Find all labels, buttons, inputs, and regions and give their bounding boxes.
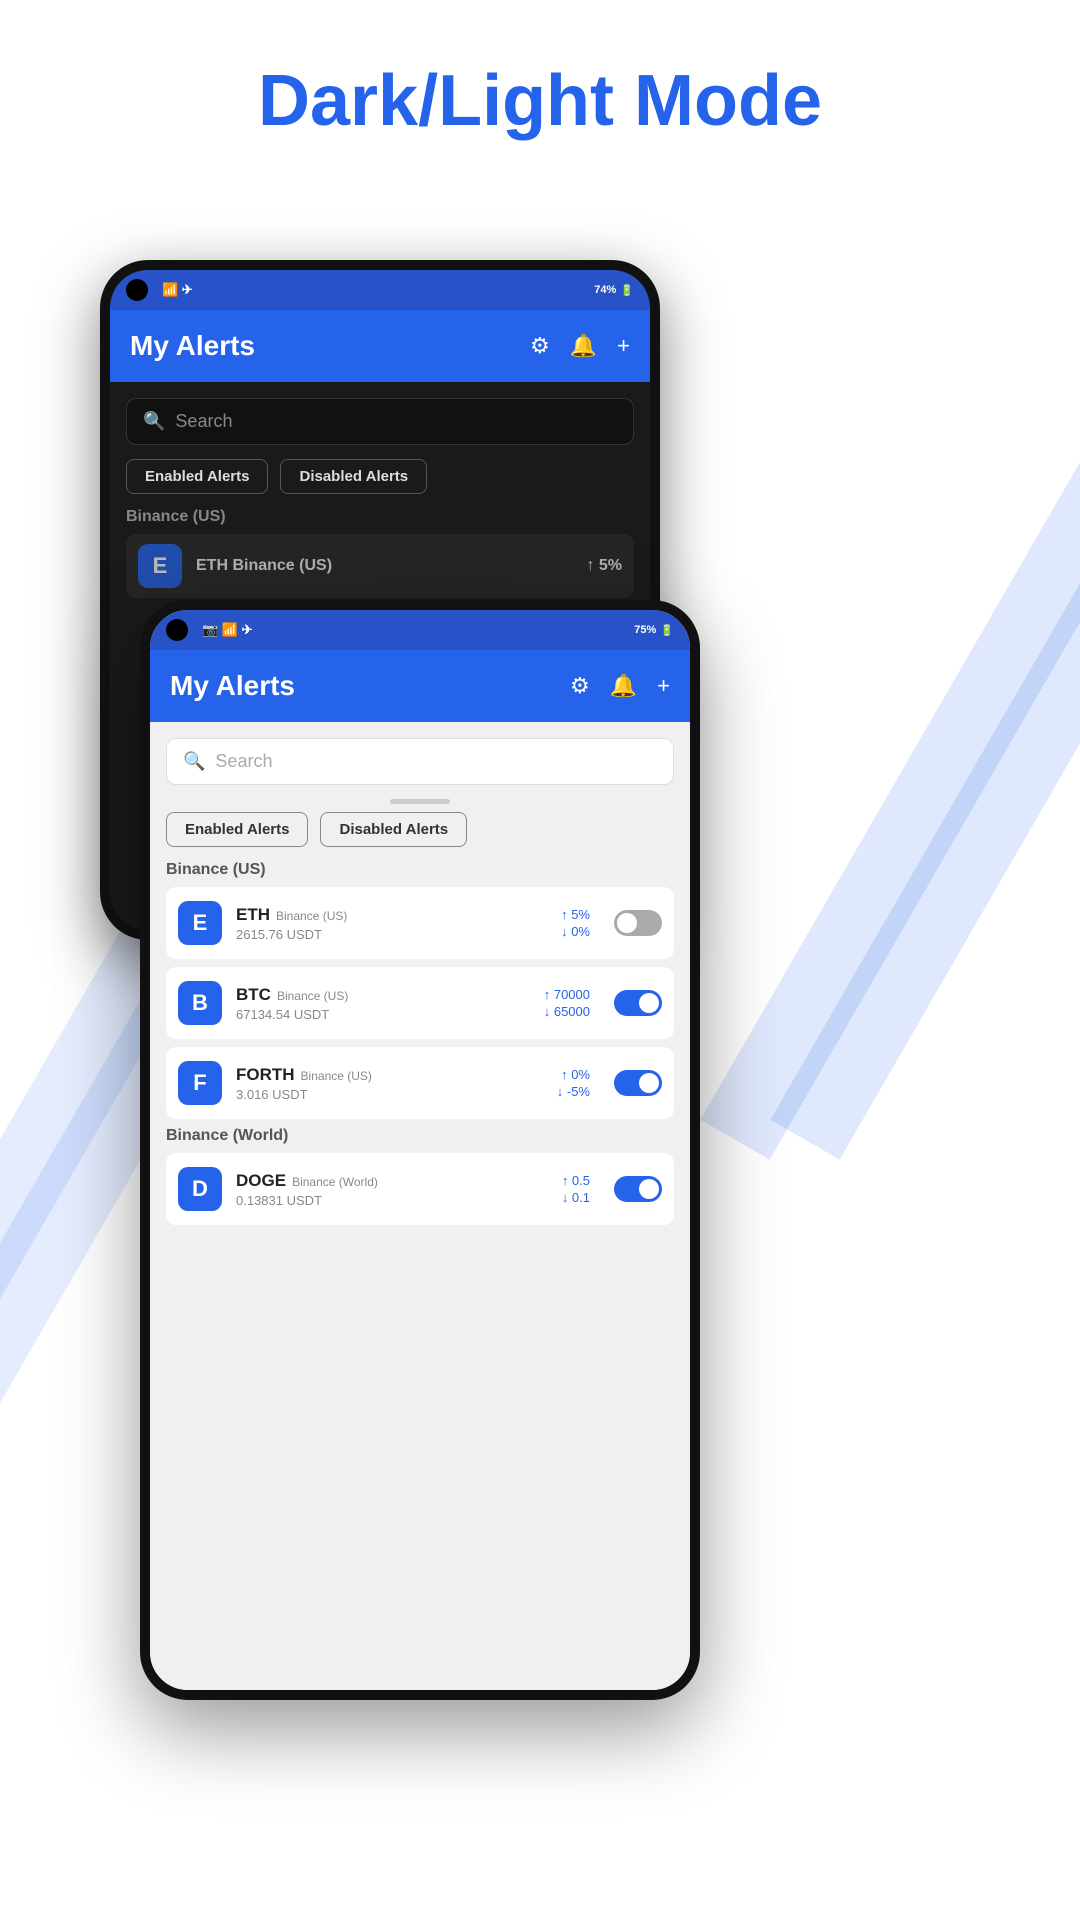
light-disabled-alerts-btn[interactable]: Disabled Alerts bbox=[320, 812, 467, 847]
light-forth-toggle-knob bbox=[639, 1073, 659, 1093]
battery-icon-dark: 🔋 bbox=[620, 284, 634, 297]
light-btc-item: B BTC Binance (US) 67134.54 USDT ↑ 70000… bbox=[166, 967, 674, 1039]
light-header-icons: ⚙ 🔔 + bbox=[570, 673, 670, 699]
page-title: Dark/Light Mode bbox=[0, 0, 1080, 182]
status-left-light: 📷 📶 ✈ bbox=[166, 619, 253, 641]
camera-hole-dark bbox=[126, 279, 148, 301]
light-eth-item: E ETH Binance (US) 2615.76 USDT ↑ 5% ↓ 0… bbox=[166, 887, 674, 959]
light-btc-toggle[interactable] bbox=[614, 990, 662, 1016]
scroll-indicator bbox=[390, 799, 450, 804]
camera-hole-light bbox=[166, 619, 188, 641]
light-search-icon: 🔍 bbox=[183, 751, 205, 772]
dark-eth-value: ↑ 5% bbox=[586, 557, 622, 575]
dark-status-bar: 📶 ✈ 74% 🔋 bbox=[110, 270, 650, 310]
light-eth-toggle-knob bbox=[617, 913, 637, 933]
light-btc-up: ↑ 70000 bbox=[544, 987, 590, 1002]
light-enabled-alerts-btn[interactable]: Enabled Alerts bbox=[166, 812, 308, 847]
light-btc-exchange: Binance (US) bbox=[277, 989, 348, 1003]
light-doge-values: ↑ 0.5 ↓ 0.1 bbox=[562, 1173, 590, 1205]
light-eth-name-row: ETH Binance (US) bbox=[236, 905, 547, 925]
light-btc-values: ↑ 70000 ↓ 65000 bbox=[544, 987, 590, 1019]
light-btc-down: ↓ 65000 bbox=[544, 1004, 590, 1019]
light-doge-price: 0.13831 USDT bbox=[236, 1193, 548, 1208]
light-forth-exchange: Binance (US) bbox=[301, 1069, 372, 1083]
light-doge-item: D DOGE Binance (World) 0.13831 USDT ↑ 0.… bbox=[166, 1153, 674, 1225]
light-eth-coin-icon: E bbox=[178, 901, 222, 945]
light-doge-name: DOGE bbox=[236, 1171, 286, 1191]
light-btc-coin-icon: B bbox=[178, 981, 222, 1025]
battery-dark: 74% bbox=[594, 284, 616, 296]
light-eth-name: ETH bbox=[236, 905, 270, 925]
light-forth-info: FORTH Binance (US) 3.016 USDT bbox=[236, 1065, 543, 1102]
light-eth-price: 2615.76 USDT bbox=[236, 927, 547, 942]
light-doge-toggle-knob bbox=[639, 1179, 659, 1199]
status-icons-right-dark: 74% 🔋 bbox=[594, 284, 634, 297]
battery-light: 75% bbox=[634, 624, 656, 636]
light-bell-icon[interactable]: 🔔 bbox=[610, 673, 637, 699]
light-forth-item: F FORTH Binance (US) 3.016 USDT ↑ 0% ↓ -… bbox=[166, 1047, 674, 1119]
status-icons-light: 📷 📶 ✈ bbox=[202, 622, 253, 638]
status-left-dark: 📶 ✈ bbox=[126, 279, 193, 301]
status-icons-right-light: 75% 🔋 bbox=[634, 624, 674, 637]
light-doge-toggle[interactable] bbox=[614, 1176, 662, 1202]
light-search-box[interactable]: 🔍 Search bbox=[166, 738, 674, 785]
dark-content: 🔍 Search Enabled Alerts Disabled Alerts … bbox=[110, 382, 650, 614]
dark-bell-icon[interactable]: 🔔 bbox=[570, 333, 597, 359]
dark-enabled-alerts-btn[interactable]: Enabled Alerts bbox=[126, 459, 268, 494]
light-doge-exchange: Binance (World) bbox=[292, 1175, 378, 1189]
dark-filter-buttons: Enabled Alerts Disabled Alerts bbox=[126, 459, 634, 494]
battery-icon-light: 🔋 bbox=[660, 624, 674, 637]
dark-partial-item: E ETH Binance (US) ↑ 5% bbox=[126, 534, 634, 598]
light-btc-price: 67134.54 USDT bbox=[236, 1007, 530, 1022]
dark-header-title: My Alerts bbox=[130, 330, 255, 362]
light-filter-buttons: Enabled Alerts Disabled Alerts bbox=[166, 812, 674, 847]
light-btc-name-row: BTC Binance (US) bbox=[236, 985, 530, 1005]
light-status-bar: 📷 📶 ✈ 75% 🔋 bbox=[150, 610, 690, 650]
light-eth-down: ↓ 0% bbox=[561, 924, 590, 939]
light-forth-name: FORTH bbox=[236, 1065, 295, 1085]
light-content: 🔍 Search Enabled Alerts Disabled Alerts … bbox=[150, 722, 690, 1690]
light-forth-values: ↑ 0% ↓ -5% bbox=[557, 1067, 590, 1099]
light-btc-toggle-knob bbox=[639, 993, 659, 1013]
light-eth-values: ↑ 5% ↓ 0% bbox=[561, 907, 590, 939]
light-btc-name: BTC bbox=[236, 985, 271, 1005]
light-eth-exchange: Binance (US) bbox=[276, 909, 347, 923]
light-doge-up: ↑ 0.5 bbox=[562, 1173, 590, 1188]
dark-eth-name: ETH Binance (US) bbox=[196, 557, 332, 575]
light-doge-coin-icon: D bbox=[178, 1167, 222, 1211]
light-eth-info: ETH Binance (US) 2615.76 USDT bbox=[236, 905, 547, 942]
light-eth-toggle[interactable] bbox=[614, 910, 662, 936]
light-search-placeholder: Search bbox=[215, 751, 272, 772]
light-forth-up: ↑ 0% bbox=[561, 1067, 590, 1082]
light-settings-icon[interactable]: ⚙ bbox=[570, 673, 590, 699]
dark-section-label: Binance (US) bbox=[126, 508, 634, 526]
light-plus-icon[interactable]: + bbox=[657, 673, 670, 699]
light-forth-down: ↓ -5% bbox=[557, 1084, 590, 1099]
light-doge-down: ↓ 0.1 bbox=[562, 1190, 590, 1205]
light-doge-name-row: DOGE Binance (World) bbox=[236, 1171, 548, 1191]
dark-plus-icon[interactable]: + bbox=[617, 333, 630, 359]
light-section-binance-world: Binance (World) bbox=[166, 1127, 674, 1145]
phones-container: 📶 ✈ 74% 🔋 My Alerts ⚙ 🔔 + 🔍 Search bbox=[0, 220, 1080, 1920]
dark-eth-icon: E bbox=[138, 544, 182, 588]
dark-settings-icon[interactable]: ⚙ bbox=[530, 333, 550, 359]
light-forth-coin-icon: F bbox=[178, 1061, 222, 1105]
light-btc-info: BTC Binance (US) 67134.54 USDT bbox=[236, 985, 530, 1022]
light-doge-info: DOGE Binance (World) 0.13831 USDT bbox=[236, 1171, 548, 1208]
light-forth-price: 3.016 USDT bbox=[236, 1087, 543, 1102]
light-eth-up: ↑ 5% bbox=[561, 907, 590, 922]
light-section-binance-us: Binance (US) bbox=[166, 861, 674, 879]
status-icons-dark: 📶 ✈ bbox=[162, 282, 193, 298]
light-app-header: My Alerts ⚙ 🔔 + bbox=[150, 650, 690, 722]
dark-app-header: My Alerts ⚙ 🔔 + bbox=[110, 310, 650, 382]
dark-search-icon: 🔍 bbox=[143, 411, 165, 432]
light-header-title: My Alerts bbox=[170, 670, 295, 702]
dark-disabled-alerts-btn[interactable]: Disabled Alerts bbox=[280, 459, 427, 494]
dark-search-box[interactable]: 🔍 Search bbox=[126, 398, 634, 445]
dark-search-placeholder: Search bbox=[175, 411, 232, 432]
dark-header-icons: ⚙ 🔔 + bbox=[530, 333, 630, 359]
light-mode-phone: 📷 📶 ✈ 75% 🔋 My Alerts ⚙ 🔔 + 🔍 Search bbox=[140, 600, 700, 1700]
light-forth-toggle[interactable] bbox=[614, 1070, 662, 1096]
light-forth-name-row: FORTH Binance (US) bbox=[236, 1065, 543, 1085]
